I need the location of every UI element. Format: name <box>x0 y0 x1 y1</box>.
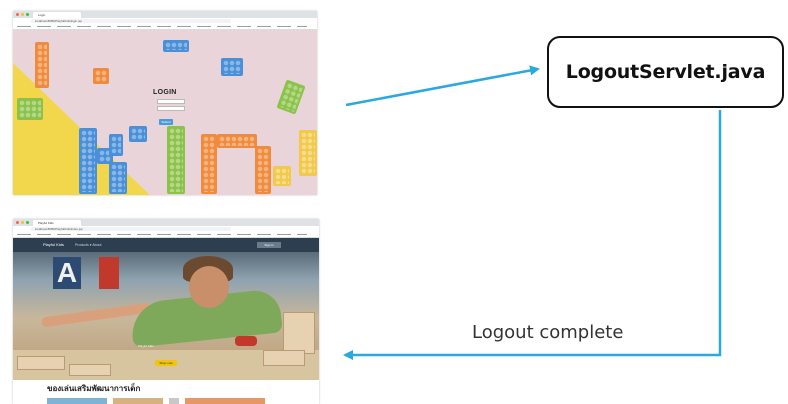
flow-arrows <box>343 65 722 360</box>
arrow-login-to-servlet <box>345 65 540 107</box>
edge-label-logout-complete: Logout complete <box>472 322 624 343</box>
arrow-servlet-to-home <box>343 110 722 360</box>
